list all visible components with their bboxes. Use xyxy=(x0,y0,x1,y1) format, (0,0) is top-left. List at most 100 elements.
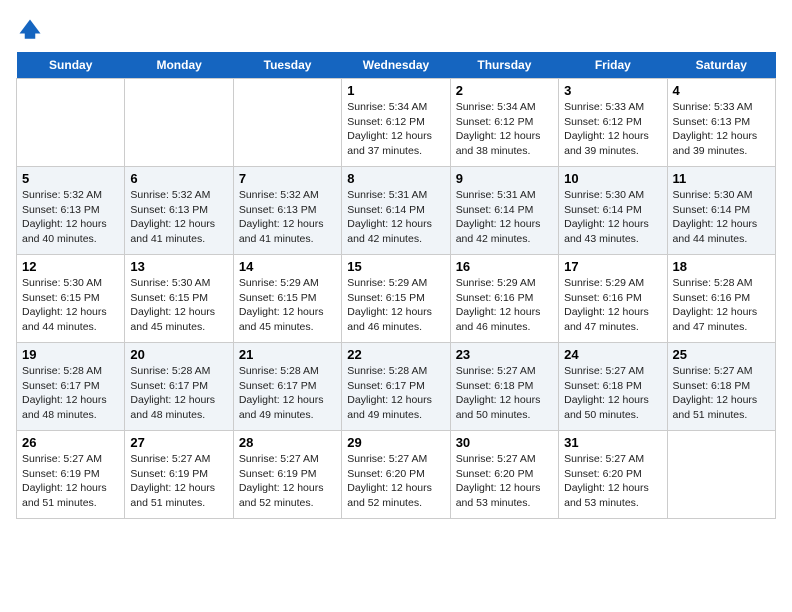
day-cell: 22 Sunrise: 5:28 AM Sunset: 6:17 PM Dayli… xyxy=(342,343,450,431)
day-info: Sunrise: 5:31 AM Sunset: 6:14 PM Dayligh… xyxy=(456,188,553,247)
day-cell: 8 Sunrise: 5:31 AM Sunset: 6:14 PM Daylig… xyxy=(342,167,450,255)
day-info: Sunrise: 5:29 AM Sunset: 6:16 PM Dayligh… xyxy=(564,276,661,335)
day-cell: 19 Sunrise: 5:28 AM Sunset: 6:17 PM Dayli… xyxy=(17,343,125,431)
day-cell: 3Sunrise: 5:33 AM Sunset: 6:12 PM Daylig… xyxy=(559,79,667,167)
day-info: Sunrise: 5:28 AM Sunset: 6:17 PM Dayligh… xyxy=(239,364,336,423)
day-info: Sunrise: 5:30 AM Sunset: 6:15 PM Dayligh… xyxy=(130,276,227,335)
day-number: 21 xyxy=(239,347,336,362)
day-number: 15 xyxy=(347,259,444,274)
day-number: 1 xyxy=(347,83,444,98)
day-number: 27 xyxy=(130,435,227,450)
day-number: 25 xyxy=(673,347,770,362)
day-info: Sunrise: 5:30 AM Sunset: 6:15 PM Dayligh… xyxy=(22,276,119,335)
day-info: Sunrise: 5:29 AM Sunset: 6:15 PM Dayligh… xyxy=(239,276,336,335)
day-cell: 21 Sunrise: 5:28 AM Sunset: 6:17 PM Dayli… xyxy=(233,343,341,431)
day-header-wednesday: Wednesday xyxy=(342,52,450,79)
day-info: Sunrise: 5:27 AM Sunset: 6:20 PM Dayligh… xyxy=(347,452,444,511)
day-info: Sunrise: 5:33 AM Sunset: 6:12 PM Dayligh… xyxy=(564,100,661,159)
day-cell: 18 Sunrise: 5:28 AM Sunset: 6:16 PM Dayli… xyxy=(667,255,775,343)
day-number: 7 xyxy=(239,171,336,186)
day-number: 26 xyxy=(22,435,119,450)
day-info: Sunrise: 5:30 AM Sunset: 6:14 PM Dayligh… xyxy=(564,188,661,247)
day-number: 8 xyxy=(347,171,444,186)
day-info: Sunrise: 5:32 AM Sunset: 6:13 PM Dayligh… xyxy=(239,188,336,247)
day-number: 28 xyxy=(239,435,336,450)
day-number: 18 xyxy=(673,259,770,274)
day-cell: 23 Sunrise: 5:27 AM Sunset: 6:18 PM Dayli… xyxy=(450,343,558,431)
day-header-tuesday: Tuesday xyxy=(233,52,341,79)
day-header-monday: Monday xyxy=(125,52,233,79)
day-cell: 5Sunrise: 5:32 AM Sunset: 6:13 PM Daylig… xyxy=(17,167,125,255)
day-number: 23 xyxy=(456,347,553,362)
day-info: Sunrise: 5:27 AM Sunset: 6:20 PM Dayligh… xyxy=(564,452,661,511)
day-info: Sunrise: 5:32 AM Sunset: 6:13 PM Dayligh… xyxy=(130,188,227,247)
day-header-friday: Friday xyxy=(559,52,667,79)
day-cell: 16Sunrise: 5:29 AM Sunset: 6:16 PM Dayli… xyxy=(450,255,558,343)
day-cell: 4 Sunrise: 5:33 AM Sunset: 6:13 PM Daylig… xyxy=(667,79,775,167)
day-info: Sunrise: 5:31 AM Sunset: 6:14 PM Dayligh… xyxy=(347,188,444,247)
day-number: 9 xyxy=(456,171,553,186)
day-info: Sunrise: 5:28 AM Sunset: 6:16 PM Dayligh… xyxy=(673,276,770,335)
day-cell: 29 Sunrise: 5:27 AM Sunset: 6:20 PM Dayli… xyxy=(342,431,450,519)
day-number: 29 xyxy=(347,435,444,450)
day-cell: 11 Sunrise: 5:30 AM Sunset: 6:14 PM Dayli… xyxy=(667,167,775,255)
day-number: 24 xyxy=(564,347,661,362)
day-cell xyxy=(125,79,233,167)
day-cell: 17 Sunrise: 5:29 AM Sunset: 6:16 PM Dayli… xyxy=(559,255,667,343)
day-cell: 12 Sunrise: 5:30 AM Sunset: 6:15 PM Dayli… xyxy=(17,255,125,343)
day-info: Sunrise: 5:27 AM Sunset: 6:18 PM Dayligh… xyxy=(456,364,553,423)
day-cell xyxy=(667,431,775,519)
day-number: 20 xyxy=(130,347,227,362)
day-cell: 25 Sunrise: 5:27 AM Sunset: 6:18 PM Dayli… xyxy=(667,343,775,431)
day-info: Sunrise: 5:28 AM Sunset: 6:17 PM Dayligh… xyxy=(347,364,444,423)
day-info: Sunrise: 5:27 AM Sunset: 6:18 PM Dayligh… xyxy=(673,364,770,423)
week-row-2: 5 Sunrise: 5:32 AM Sunset: 6:13 PM Daylig… xyxy=(17,167,776,255)
day-number: 2 xyxy=(456,83,553,98)
day-number: 5 xyxy=(22,171,119,186)
week-row-5: 26 Sunrise: 5:27 AM Sunset: 6:19 PM Dayli… xyxy=(17,431,776,519)
day-info: Sunrise: 5:34 AM Sunset: 6:12 PM Dayligh… xyxy=(347,100,444,159)
day-cell xyxy=(17,79,125,167)
day-cell: 10 Sunrise: 5:30 AM Sunset: 6:14 PM Dayli… xyxy=(559,167,667,255)
day-info: Sunrise: 5:28 AM Sunset: 6:17 PM Dayligh… xyxy=(22,364,119,423)
day-cell: 27 Sunrise: 5:27 AM Sunset: 6:19 PM Dayli… xyxy=(125,431,233,519)
day-cell: 14Sunrise: 5:29 AM Sunset: 6:15 PM Dayli… xyxy=(233,255,341,343)
week-row-4: 19 Sunrise: 5:28 AM Sunset: 6:17 PM Dayli… xyxy=(17,343,776,431)
day-number: 12 xyxy=(22,259,119,274)
day-info: Sunrise: 5:27 AM Sunset: 6:20 PM Dayligh… xyxy=(456,452,553,511)
day-number: 17 xyxy=(564,259,661,274)
day-cell xyxy=(233,79,341,167)
logo-icon xyxy=(16,16,44,44)
day-cell: 31 Sunrise: 5:27 AM Sunset: 6:20 PM Dayli… xyxy=(559,431,667,519)
day-number: 19 xyxy=(22,347,119,362)
day-header-thursday: Thursday xyxy=(450,52,558,79)
day-info: Sunrise: 5:28 AM Sunset: 6:17 PM Dayligh… xyxy=(130,364,227,423)
day-header-row: SundayMondayTuesdayWednesdayThursdayFrid… xyxy=(17,52,776,79)
day-info: Sunrise: 5:30 AM Sunset: 6:14 PM Dayligh… xyxy=(673,188,770,247)
day-info: Sunrise: 5:29 AM Sunset: 6:16 PM Dayligh… xyxy=(456,276,553,335)
day-number: 6 xyxy=(130,171,227,186)
day-number: 30 xyxy=(456,435,553,450)
day-info: Sunrise: 5:29 AM Sunset: 6:15 PM Dayligh… xyxy=(347,276,444,335)
day-cell: 30 Sunrise: 5:27 AM Sunset: 6:20 PM Dayli… xyxy=(450,431,558,519)
day-info: Sunrise: 5:27 AM Sunset: 6:18 PM Dayligh… xyxy=(564,364,661,423)
header xyxy=(16,16,776,44)
day-number: 22 xyxy=(347,347,444,362)
day-number: 11 xyxy=(673,171,770,186)
day-info: Sunrise: 5:34 AM Sunset: 6:12 PM Dayligh… xyxy=(456,100,553,159)
day-number: 10 xyxy=(564,171,661,186)
day-info: Sunrise: 5:27 AM Sunset: 6:19 PM Dayligh… xyxy=(22,452,119,511)
day-cell: 1 Sunrise: 5:34 AM Sunset: 6:12 PM Daylig… xyxy=(342,79,450,167)
day-cell: 15 Sunrise: 5:29 AM Sunset: 6:15 PM Dayli… xyxy=(342,255,450,343)
logo xyxy=(16,16,48,44)
day-info: Sunrise: 5:27 AM Sunset: 6:19 PM Dayligh… xyxy=(130,452,227,511)
day-cell: 28 Sunrise: 5:27 AM Sunset: 6:19 PM Dayli… xyxy=(233,431,341,519)
day-info: Sunrise: 5:33 AM Sunset: 6:13 PM Dayligh… xyxy=(673,100,770,159)
day-cell: 2 Sunrise: 5:34 AM Sunset: 6:12 PM Daylig… xyxy=(450,79,558,167)
day-cell: 6 Sunrise: 5:32 AM Sunset: 6:13 PM Daylig… xyxy=(125,167,233,255)
calendar-table: SundayMondayTuesdayWednesdayThursdayFrid… xyxy=(16,52,776,519)
day-info: Sunrise: 5:27 AM Sunset: 6:19 PM Dayligh… xyxy=(239,452,336,511)
day-number: 31 xyxy=(564,435,661,450)
day-number: 4 xyxy=(673,83,770,98)
day-cell: 9 Sunrise: 5:31 AM Sunset: 6:14 PM Daylig… xyxy=(450,167,558,255)
